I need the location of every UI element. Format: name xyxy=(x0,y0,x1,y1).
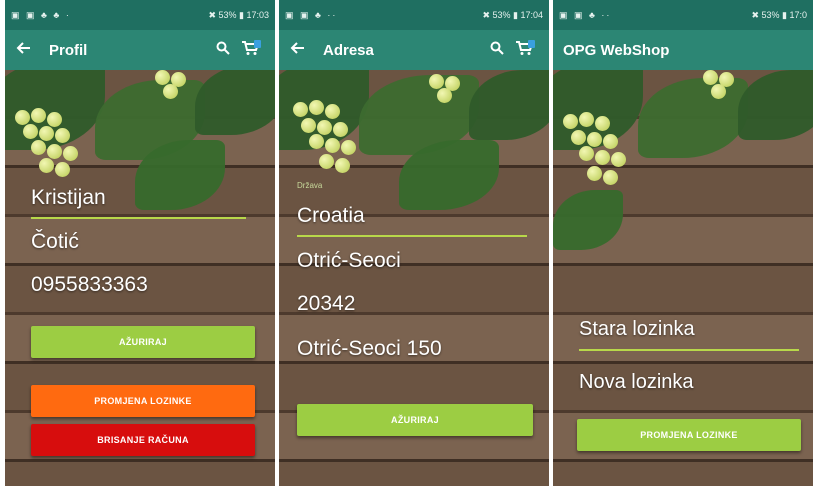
last-name-field[interactable]: Čotić xyxy=(31,230,79,254)
status-bar: ▣ ▣ ♣ ·· ✖ 53% ▮ 17:04 xyxy=(279,0,549,30)
app-bar: Adresa xyxy=(279,30,549,70)
status-bar: ▣ ▣ ♣ ·· ✖ 53% ▮ 17:0 xyxy=(553,0,813,30)
status-clock: ✖ 53% ▮ 17:0 xyxy=(751,9,807,20)
status-clock: ✖ 53% ▮ 17:03 xyxy=(208,9,269,20)
app-bar: Profil xyxy=(5,30,275,70)
status-icons: ▣ ▣ ♣ ·· xyxy=(559,9,612,20)
page-title: Adresa xyxy=(323,41,374,59)
change-password-button[interactable]: PROMJENA LOZINKE xyxy=(577,419,801,451)
status-icons: ▣ ▣ ♣ ·· xyxy=(285,9,338,20)
postal-code-field[interactable]: 20342 xyxy=(297,292,355,316)
cart-icon[interactable] xyxy=(511,39,539,61)
page-title: Profil xyxy=(49,41,88,59)
page-title: OPG WebShop xyxy=(563,41,670,59)
password-screen: ▣ ▣ ♣ ·· ✖ 53% ▮ 17:0 OPG WebShop Stara … xyxy=(553,0,813,486)
status-bar: ▣ ▣ ♣ ♣ · ✖ 53% ▮ 17:03 xyxy=(5,0,275,30)
first-name-field[interactable]: Kristijan xyxy=(31,186,106,210)
search-icon[interactable] xyxy=(209,41,237,60)
arrow-left-icon[interactable] xyxy=(15,40,49,61)
search-icon[interactable] xyxy=(483,41,511,60)
address-screen: ▣ ▣ ♣ ·· ✖ 53% ▮ 17:04 Adresa Država Cro… xyxy=(279,0,549,486)
status-clock: ✖ 53% ▮ 17:04 xyxy=(482,9,543,20)
old-password-field[interactable]: Stara lozinka xyxy=(579,318,695,341)
street-field[interactable]: Otrić-Seoci 150 xyxy=(297,337,442,361)
field-underline xyxy=(31,217,246,219)
app-bar: OPG WebShop xyxy=(553,30,813,70)
status-icons: ▣ ▣ ♣ ♣ · xyxy=(11,9,71,20)
country-field[interactable]: Croatia xyxy=(297,204,365,228)
profile-screen: ▣ ▣ ♣ ♣ · ✖ 53% ▮ 17:03 Profil Kristijan… xyxy=(5,0,275,486)
delete-account-button[interactable]: BRISANJE RAČUNA xyxy=(31,424,255,456)
field-underline xyxy=(297,235,527,237)
arrow-left-icon[interactable] xyxy=(289,40,323,61)
cart-icon[interactable] xyxy=(237,39,265,61)
field-underline xyxy=(579,349,799,351)
change-password-button[interactable]: PROMJENA LOZINKE xyxy=(31,385,255,417)
phone-field[interactable]: 0955833363 xyxy=(31,273,148,297)
update-button[interactable]: AŽURIRAJ xyxy=(31,326,255,358)
new-password-field[interactable]: Nova lozinka xyxy=(579,371,694,394)
update-button[interactable]: AŽURIRAJ xyxy=(297,404,533,436)
country-hint: Država xyxy=(297,181,323,190)
place-field[interactable]: Otrić-Seoci xyxy=(297,249,401,273)
